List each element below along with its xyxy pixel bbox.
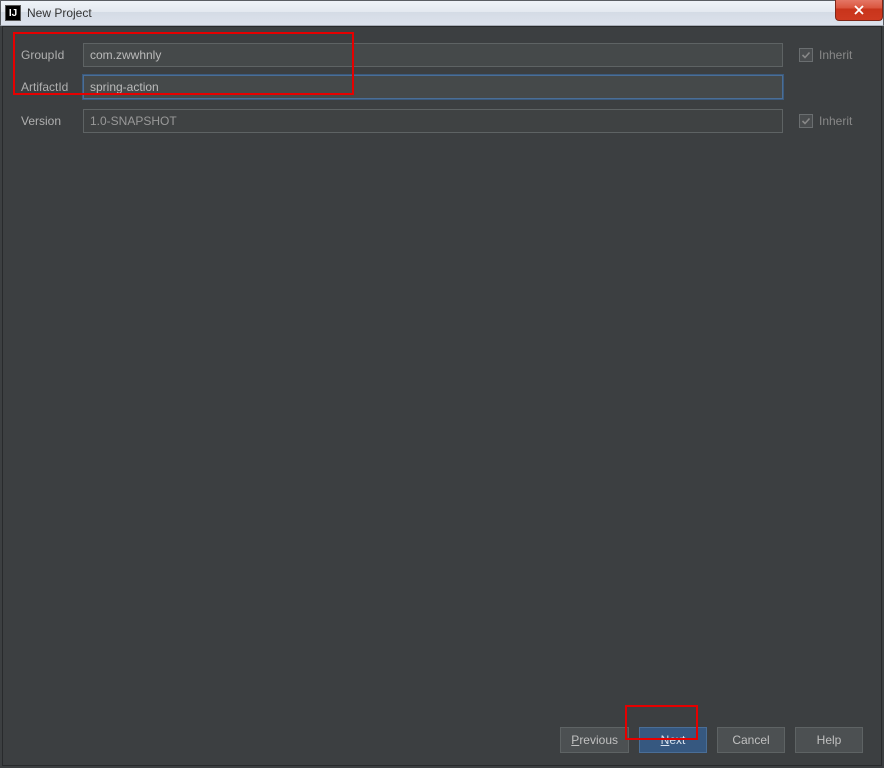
version-row: Version Inherit [21, 107, 863, 135]
artifactid-input[interactable] [83, 75, 783, 99]
groupid-inherit-checkbox[interactable] [799, 48, 813, 62]
previous-button[interactable]: Previous [560, 727, 629, 753]
artifactid-row: ArtifactId [21, 73, 863, 101]
version-input[interactable] [83, 109, 783, 133]
inherit-label: Inherit [819, 48, 852, 62]
check-icon [801, 50, 811, 60]
groupid-inherit: Inherit [783, 48, 863, 62]
titlebar: IJ New Project [0, 0, 884, 26]
inherit-label: Inherit [819, 114, 852, 128]
check-icon [801, 116, 811, 126]
next-button[interactable]: Next [639, 727, 707, 753]
form-area: GroupId Inherit ArtifactId Version [3, 27, 881, 135]
window-title: New Project [27, 6, 92, 20]
groupid-label: GroupId [21, 48, 83, 62]
version-inherit: Inherit [783, 114, 863, 128]
button-bar: Previous Next Cancel Help [3, 715, 881, 765]
version-label: Version [21, 114, 83, 128]
groupid-input[interactable] [83, 43, 783, 67]
cancel-button[interactable]: Cancel [717, 727, 785, 753]
artifactid-label: ArtifactId [21, 80, 83, 94]
help-button[interactable]: Help [795, 727, 863, 753]
app-icon: IJ [5, 5, 21, 21]
version-inherit-checkbox[interactable] [799, 114, 813, 128]
dialog-body: GroupId Inherit ArtifactId Version [2, 26, 882, 766]
close-icon [853, 5, 865, 15]
close-button[interactable] [835, 0, 883, 21]
groupid-row: GroupId Inherit [21, 41, 863, 69]
